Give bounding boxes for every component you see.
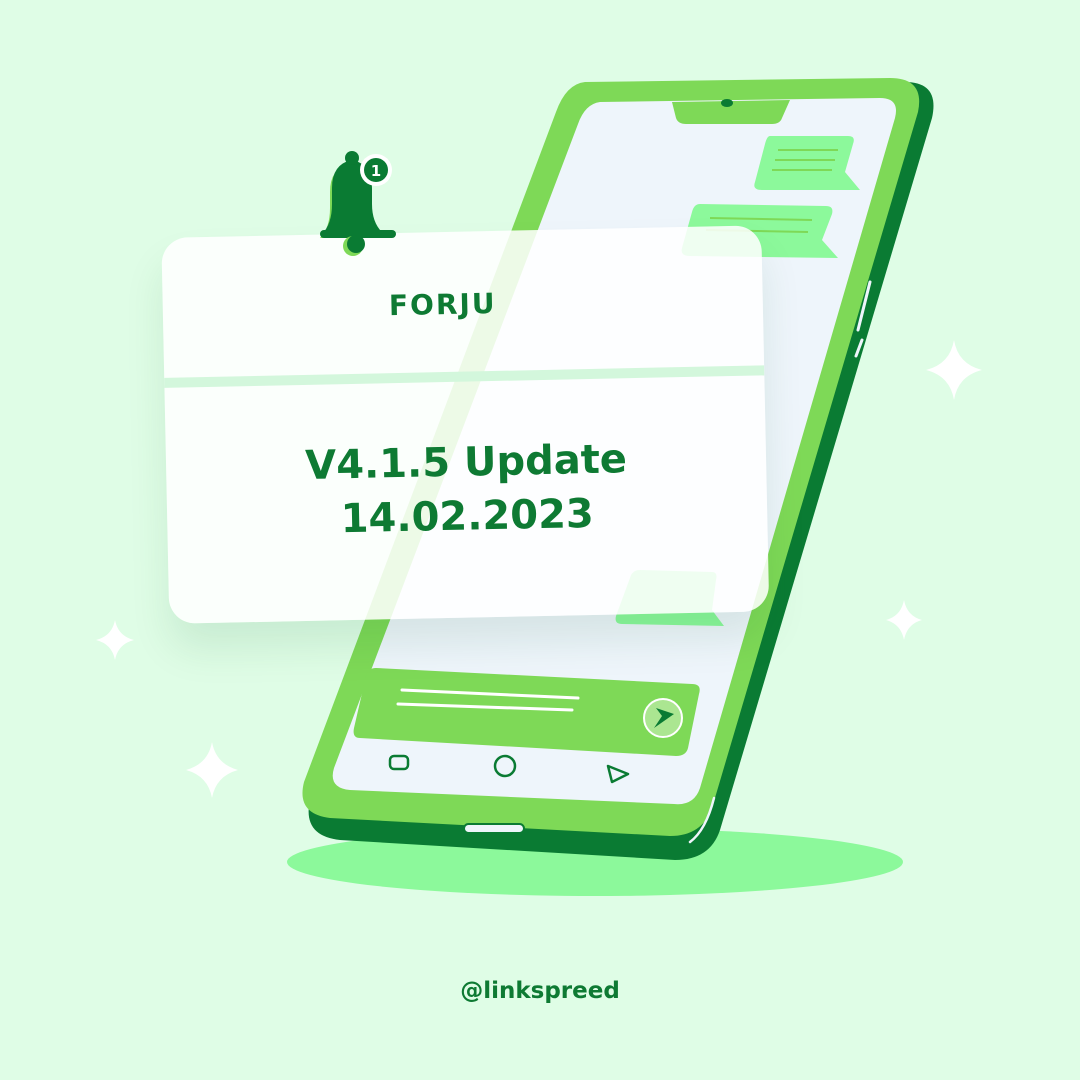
notification-card: FORJU V4.1.5 Update 14.02.2023 — [161, 225, 770, 624]
sparkle-icon — [926, 340, 982, 400]
brand-name: FORJU — [388, 286, 497, 323]
release-date: 14.02.2023 — [340, 490, 595, 543]
social-handle: @linkspreed — [460, 978, 620, 1004]
update-announcement: FORJU V4.1.5 Update 14.02.2023 1 @linksp… — [0, 0, 1080, 1080]
send-icon — [643, 698, 683, 738]
update-title: V4.1.5 Update 14.02.2023 — [166, 429, 768, 550]
notification-badge: 1 — [371, 162, 381, 180]
card-divider — [164, 365, 765, 388]
sparkle-icon — [186, 742, 238, 798]
chat-bubble-top — [754, 136, 860, 190]
sparkle-icon — [886, 600, 922, 640]
bell-icon: 1 — [320, 151, 396, 256]
sparkle-icon — [96, 620, 134, 660]
